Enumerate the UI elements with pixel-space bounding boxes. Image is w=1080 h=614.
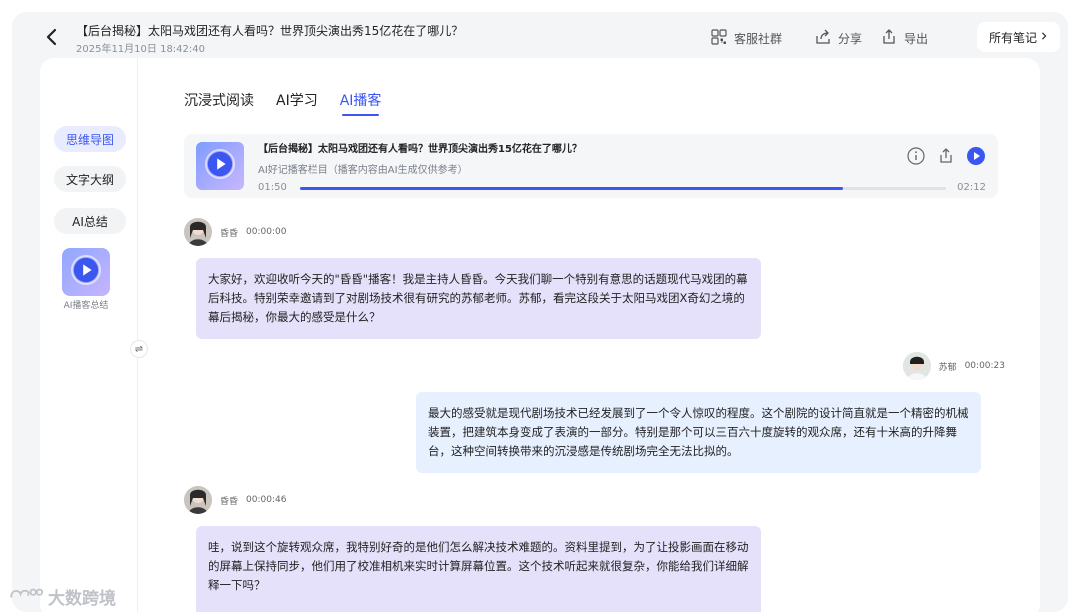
message-bubble: 最大的感受就是现代剧场技术已经发展到了一个令人惊叹的程度。这个剧院的设计简直就是… <box>416 392 981 473</box>
progress-fill <box>300 187 843 190</box>
community-icon <box>710 28 728 49</box>
play-button[interactable] <box>966 146 986 166</box>
message-time: 00:00:00 <box>246 227 287 237</box>
play-icon <box>71 255 101 289</box>
play-icon <box>205 149 235 183</box>
all-notes-label: 所有笔记 <box>988 30 1037 45</box>
tab-ai-learning[interactable]: AI学习 <box>276 90 318 116</box>
page-title: 【后台揭秘】太阳马戏团还有人看吗？世界顶尖演出秀15亿花在了哪儿？ <box>76 24 464 38</box>
speaker-name: 昏昏 <box>220 228 239 239</box>
info-icon[interactable] <box>906 146 926 166</box>
message-header: 昏昏 00:00:00 <box>184 218 286 246</box>
message-bubble: 大家好，欢迎收听今天的"昏昏"播客！我是主持人昏昏。今天我们聊一个特别有意思的话… <box>196 258 761 339</box>
avatar <box>902 352 931 380</box>
share-icon[interactable] <box>936 146 956 166</box>
main-card: 思维导图 文字大纲 AI总结 AI播客总结 ⇌ 沉浸式阅读 AI学习 AI播客 … <box>40 58 1040 612</box>
message-header: 昏昏 00:00:46 <box>184 486 286 514</box>
podcast-player: 【后台揭秘】太阳马戏团还有人看吗？世界顶尖演出秀15亿花在了哪儿？ AI好记播客… <box>184 134 998 198</box>
community-label: 客服社群 <box>734 32 783 46</box>
tab-immersive-reading[interactable]: 沉浸式阅读 <box>184 90 254 116</box>
all-notes-button[interactable]: 所有笔记 <box>976 22 1060 52</box>
left-sidebar: 思维导图 文字大纲 AI总结 AI播客总结 <box>40 58 138 612</box>
player-subtitle: AI好记播客栏目（播客内容由AI生成仅供参考） <box>258 165 468 176</box>
tab-bar: 沉浸式阅读 AI学习 AI播客 <box>184 90 381 116</box>
share-icon <box>814 28 832 49</box>
podcast-summary-thumbnail[interactable] <box>62 248 110 296</box>
swap-icon[interactable]: ⇌ <box>130 340 148 358</box>
back-icon[interactable] <box>42 26 62 48</box>
message-time: 00:00:46 <box>246 495 287 505</box>
note-datetime: 2025年11月10日 18:42:40 <box>76 44 205 55</box>
speaker-name: 昏昏 <box>220 496 239 507</box>
tab-ai-podcast[interactable]: AI播客 <box>340 90 381 116</box>
export-label: 导出 <box>904 32 929 46</box>
watermark-logo-icon <box>8 585 44 608</box>
avatar <box>184 486 212 514</box>
sidebar-item-summary[interactable]: AI总结 <box>54 208 126 234</box>
message-time: 00:00:23 <box>964 361 1005 371</box>
player-duration: 02:12 <box>957 182 986 193</box>
community-button[interactable]: 客服社群 <box>710 28 782 49</box>
podcast-cover[interactable] <box>196 142 244 190</box>
podcast-summary-label: AI播客总结 <box>63 301 109 311</box>
player-current-time: 01:50 <box>258 182 287 193</box>
export-icon <box>880 28 898 49</box>
watermark-text: 大数跨境 <box>48 589 116 609</box>
app-window: 【后台揭秘】太阳马戏团还有人看吗？世界顶尖演出秀15亿花在了哪儿？ 2025年1… <box>12 12 1068 612</box>
sidebar-item-mindmap[interactable]: 思维导图 <box>54 126 126 152</box>
share-button[interactable]: 分享 <box>814 28 862 49</box>
share-label: 分享 <box>838 32 863 46</box>
message-header: 苏郁 00:00:23 <box>902 352 1005 380</box>
player-title: 【后台揭秘】太阳马戏团还有人看吗？世界顶尖演出秀15亿花在了哪儿？ <box>258 144 582 155</box>
speaker-name: 苏郁 <box>938 362 957 373</box>
sidebar-item-outline[interactable]: 文字大纲 <box>54 166 126 192</box>
avatar <box>184 218 212 246</box>
progress-track[interactable] <box>300 187 946 190</box>
message-bubble: 哇，说到这个旋转观众席，我特别好奇的是他们怎么解决技术难题的。资料里提到，为了让… <box>196 526 761 612</box>
top-bar: 【后台揭秘】太阳马戏团还有人看吗？世界顶尖演出秀15亿花在了哪儿？ 2025年1… <box>12 12 1068 62</box>
watermark: 大数跨境 <box>8 584 116 609</box>
chevron-right-icon <box>1040 30 1048 45</box>
export-button[interactable]: 导出 <box>880 28 928 49</box>
